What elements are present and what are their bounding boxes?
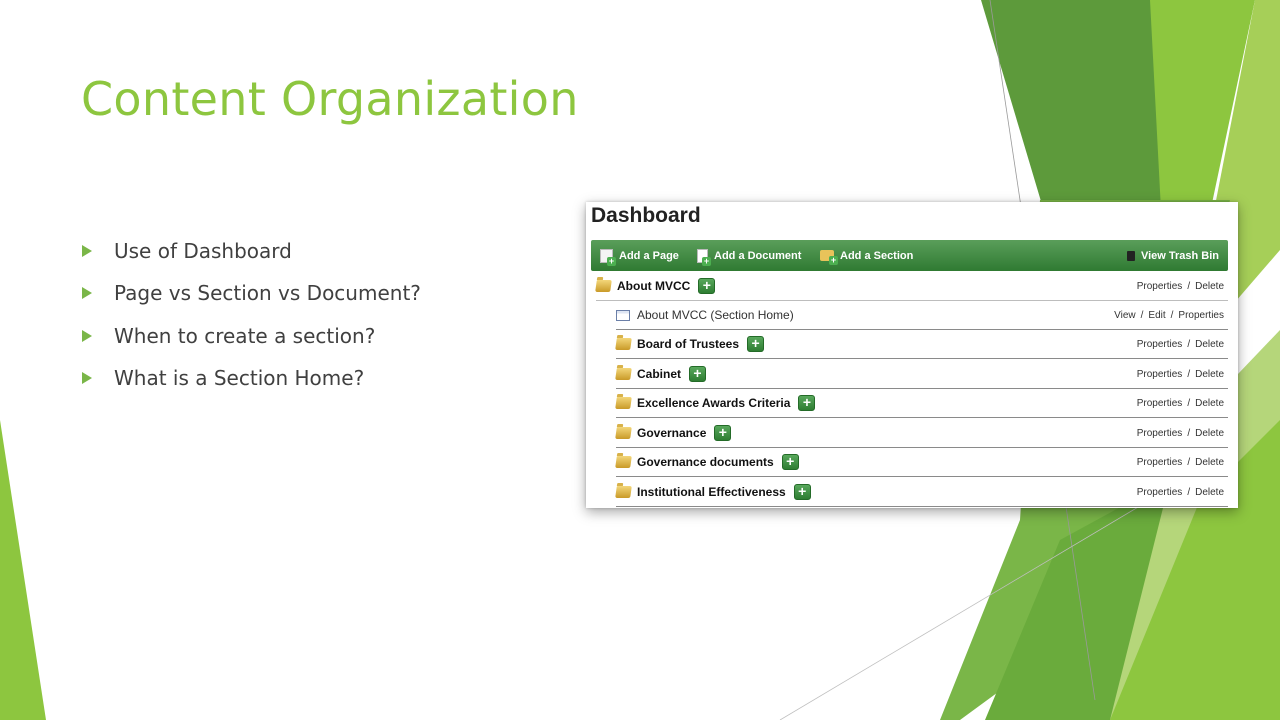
delete-link[interactable]: Delete xyxy=(1195,457,1224,468)
add-child-button[interactable]: + xyxy=(714,425,732,441)
add-section-icon: + xyxy=(820,250,838,265)
delete-link[interactable]: Delete xyxy=(1195,487,1224,498)
folder-icon xyxy=(615,338,632,350)
delete-link[interactable]: Delete xyxy=(1195,339,1224,350)
properties-link[interactable]: Properties xyxy=(1137,487,1183,498)
row-label[interactable]: Institutional Effectiveness xyxy=(637,485,786,499)
left-green-shape xyxy=(0,420,46,720)
bullet-text: When to create a section? xyxy=(114,323,376,348)
row-label[interactable]: Excellence Awards Criteria xyxy=(637,396,790,410)
add-child-button[interactable]: + xyxy=(747,336,765,352)
bullet-arrow-icon xyxy=(82,372,92,385)
bullet-item: When to create a section? xyxy=(82,315,421,357)
dashboard-row-cabinet: Cabinet + Properties / Delete xyxy=(615,360,1228,389)
bullet-item: What is a Section Home? xyxy=(82,357,421,399)
add-document-label: Add a Document xyxy=(714,249,802,262)
row-actions: Properties / Delete xyxy=(1137,389,1224,417)
row-actions: Properties / Delete xyxy=(1137,419,1224,447)
separator: / xyxy=(1170,309,1174,321)
row-actions: Properties / Delete xyxy=(1137,272,1224,300)
separator: / xyxy=(1187,397,1191,409)
separator: / xyxy=(1187,368,1191,380)
folder-icon xyxy=(615,456,632,468)
separator: / xyxy=(1140,309,1144,321)
properties-link[interactable]: Properties xyxy=(1178,310,1224,321)
bullet-text: Use of Dashboard xyxy=(114,239,292,264)
properties-link[interactable]: Properties xyxy=(1137,281,1183,292)
dashboard-row-about-mvcc: About MVCC + Properties / Delete xyxy=(595,272,1228,301)
separator: / xyxy=(1187,427,1191,439)
row-label[interactable]: About MVCC (Section Home) xyxy=(637,308,794,322)
separator: / xyxy=(1187,486,1191,498)
row-actions: Properties / Delete xyxy=(1137,478,1224,506)
dashboard-row-institutional-effectiveness: Institutional Effectiveness + Properties… xyxy=(615,478,1228,507)
add-page-label: Add a Page xyxy=(619,249,679,262)
add-section-label: Add a Section xyxy=(840,249,914,262)
add-document-icon: + xyxy=(697,248,711,266)
add-page-icon: + xyxy=(600,248,616,266)
folder-icon xyxy=(615,397,632,409)
dashboard-row-board-of-trustees: Board of Trustees + Properties / Delete xyxy=(615,330,1228,359)
trash-icon xyxy=(1126,250,1135,261)
view-link[interactable]: View xyxy=(1114,310,1136,321)
folder-icon xyxy=(615,486,632,498)
bullet-text: What is a Section Home? xyxy=(114,366,365,391)
folder-icon xyxy=(615,368,632,380)
dashboard-row-excellence-awards: Excellence Awards Criteria + Properties … xyxy=(615,389,1228,418)
row-label[interactable]: Cabinet xyxy=(637,367,681,381)
dashboard-screenshot: Dashboard + Add a Page + Add a Document … xyxy=(586,202,1238,508)
delete-link[interactable]: Delete xyxy=(1195,369,1224,380)
add-child-button[interactable]: + xyxy=(689,366,707,382)
bullet-list: Use of Dashboard Page vs Section vs Docu… xyxy=(82,230,421,399)
delete-link[interactable]: Delete xyxy=(1195,398,1224,409)
dashboard-row-governance: Governance + Properties / Delete xyxy=(615,419,1228,448)
page-icon xyxy=(616,309,630,321)
row-actions: View / Edit / Properties xyxy=(1114,301,1224,329)
add-child-button[interactable]: + xyxy=(781,454,799,470)
bullet-arrow-icon xyxy=(82,245,92,258)
view-trash-label: View Trash Bin xyxy=(1140,249,1219,262)
folder-icon xyxy=(595,280,612,292)
view-trash-button[interactable]: View Trash Bin xyxy=(1126,240,1219,271)
properties-link[interactable]: Properties xyxy=(1137,339,1183,350)
properties-link[interactable]: Properties xyxy=(1137,428,1183,439)
dashboard-row-governance-documents: Governance documents + Properties / Dele… xyxy=(615,448,1228,477)
bullet-item: Page vs Section vs Document? xyxy=(82,272,421,314)
slide-title: Content Organization xyxy=(81,72,579,126)
bullet-arrow-icon xyxy=(82,329,92,342)
add-page-button[interactable]: + Add a Page xyxy=(600,240,679,271)
row-actions: Properties / Delete xyxy=(1137,360,1224,388)
row-label[interactable]: About MVCC xyxy=(617,279,690,293)
properties-link[interactable]: Properties xyxy=(1137,398,1183,409)
delete-link[interactable]: Delete xyxy=(1195,428,1224,439)
dashboard-toolbar: + Add a Page + Add a Document + Add a Se… xyxy=(591,240,1228,271)
row-label[interactable]: Board of Trustees xyxy=(637,337,739,351)
bullet-arrow-icon xyxy=(82,287,92,300)
row-actions: Properties / Delete xyxy=(1137,448,1224,476)
bullet-item: Use of Dashboard xyxy=(82,230,421,272)
separator: / xyxy=(1187,456,1191,468)
add-child-button[interactable]: + xyxy=(798,395,816,411)
folder-icon xyxy=(615,427,632,439)
add-section-button[interactable]: + Add a Section xyxy=(820,240,913,271)
add-child-button[interactable]: + xyxy=(698,278,716,294)
bullet-text: Page vs Section vs Document? xyxy=(114,281,421,306)
delete-link[interactable]: Delete xyxy=(1195,281,1224,292)
add-document-button[interactable]: + Add a Document xyxy=(697,240,801,271)
separator: / xyxy=(1187,338,1191,350)
row-actions: Properties / Delete xyxy=(1137,330,1224,358)
separator: / xyxy=(1187,280,1191,292)
dashboard-title: Dashboard xyxy=(591,204,701,227)
properties-link[interactable]: Properties xyxy=(1137,457,1183,468)
dashboard-row-section-home: About MVCC (Section Home) View / Edit / … xyxy=(616,301,1228,330)
add-child-button[interactable]: + xyxy=(793,484,811,500)
properties-link[interactable]: Properties xyxy=(1137,369,1183,380)
row-label[interactable]: Governance documents xyxy=(637,455,774,469)
edit-link[interactable]: Edit xyxy=(1148,310,1165,321)
row-label[interactable]: Governance xyxy=(637,426,706,440)
